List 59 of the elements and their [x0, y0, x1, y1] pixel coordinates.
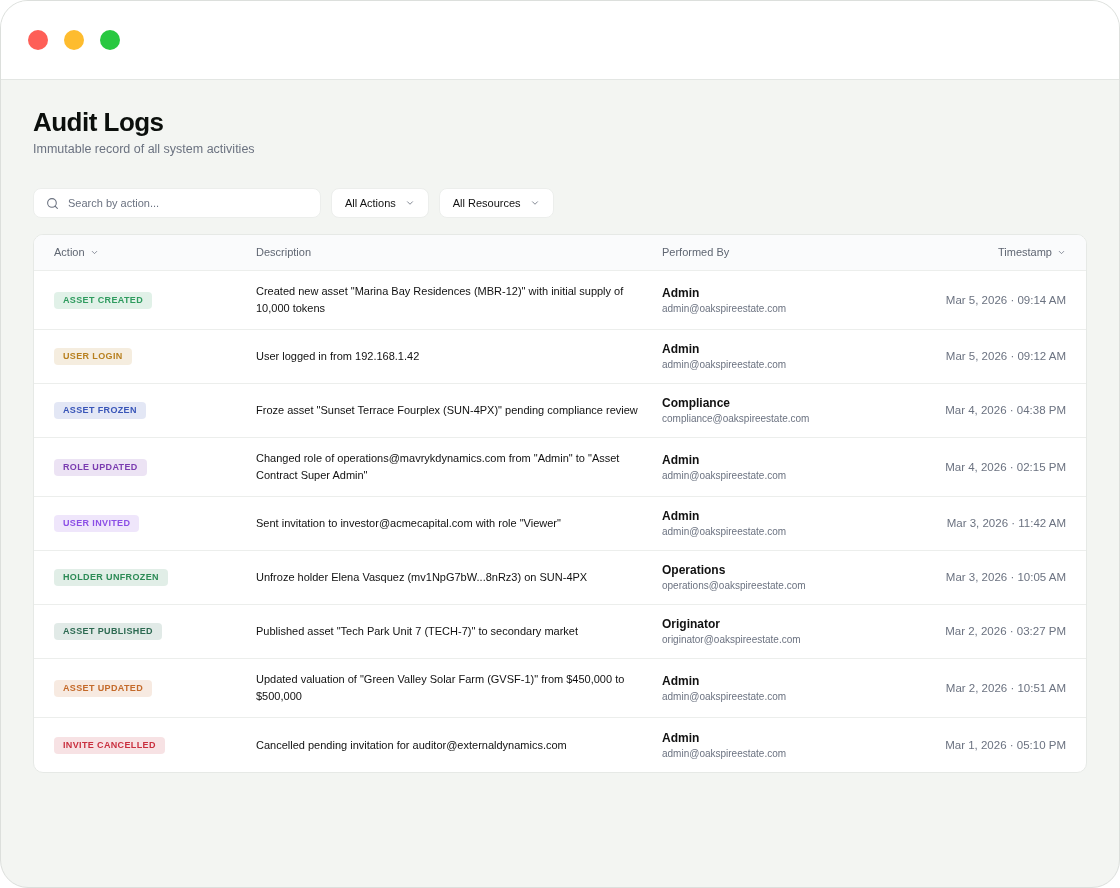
search-field[interactable]: Search by action... [33, 188, 321, 218]
sort-column-header[interactable]: Action [54, 244, 99, 261]
timestamp-text: Mar 5, 2026 · 09:14 AM [945, 292, 1066, 308]
timestamp-text: Mar 4, 2026 · 04:38 PM [945, 403, 1066, 418]
performer-name: Admin [662, 730, 700, 746]
timestamp-text: Mar 1, 2026 · 05:10 PM [945, 737, 1066, 753]
chevron-down-icon [404, 198, 415, 208]
action-badge: INVITE CANCELLED [54, 736, 165, 754]
description-text: Updated valuation of "Green Valley Solar Farm (GVSF-1)" from $450,000 to $500,000 [256, 672, 626, 704]
action-badge: ASSET FROZEN [54, 402, 146, 419]
performer-email: admin@oakspireestate.com [662, 468, 787, 482]
filter-dropdown[interactable]: All Actions [331, 188, 429, 218]
timestamp-text: Mar 3, 2026 · 11:42 AM [946, 516, 1066, 531]
timestamp-text: Mar 5, 2026 · 09:12 AM [945, 349, 1066, 364]
performer-name: Admin [662, 342, 700, 357]
timestamp-text: Mar 4, 2026 · 02:15 PM [945, 459, 1066, 475]
performer-name: Originator [662, 617, 720, 632]
timestamp-text: Mar 3, 2026 · 10:05 AM [945, 570, 1066, 585]
description-text: Published asset "Tech Park Unit 7 (TECH-7)" to secondary market [256, 624, 580, 639]
action-badge: USER INVITED [54, 515, 140, 532]
action-badge: ROLE UPDATED [54, 458, 147, 476]
search-icon [46, 196, 59, 210]
performer-name: Admin [662, 673, 700, 689]
timestamp-text: Mar 2, 2026 · 03:27 PM [945, 624, 1066, 639]
description-text: Sent invitation to investor@acmecapital.com with role "Viewer" [256, 516, 562, 531]
performer-email: admin@oakspireestate.com [662, 525, 787, 538]
performer-email: originator@oakspireestate.com [662, 633, 801, 646]
action-badge: ASSET CREATED [54, 291, 153, 309]
filter-dropdown[interactable]: All Resources [438, 188, 554, 218]
performer-email: admin@oakspireestate.com [662, 358, 787, 371]
performer-email: admin@oakspireestate.com [662, 689, 787, 703]
description-text: Changed role of operations@mavrykdynamics.com from "Admin" to "Asset Contract Super Admin" [256, 451, 621, 483]
action-badge: ASSET UPDATED [54, 679, 153, 697]
performer-email: admin@oakspireestate.com [662, 746, 787, 760]
performer-email: admin@oakspireestate.com [662, 301, 787, 315]
description-text: User logged in from 192.168.1.42 [256, 349, 421, 364]
description-text: Created new asset "Marina Bay Residences (MBR-12)" with initial supply of 10,000 tokens [256, 284, 625, 316]
page-title: Audit Logs [33, 106, 164, 138]
column-header: Performed By [662, 245, 730, 261]
column-header: Description [256, 245, 312, 261]
page-subtitle: Immutable record of all system activities [33, 141, 255, 157]
action-badge: ASSET PUBLISHED [54, 623, 162, 640]
performer-name: Compliance [662, 396, 730, 411]
performer-name: Operations [662, 563, 726, 578]
chevron-down-icon [1057, 248, 1066, 257]
performer-name: Admin [662, 285, 700, 301]
sort-column-header[interactable]: Timestamp [998, 244, 1066, 261]
chevron-down-icon [89, 248, 99, 257]
performer-email: compliance@oakspireestate.com [662, 412, 810, 425]
description-text: Cancelled pending invitation for auditor@externaldynamics.com [256, 737, 568, 753]
action-badge: HOLDER UNFROZEN [54, 569, 168, 586]
description-text: Unfroze holder Elena Vasquez (mv1NpG7bW...8nRz3) on SUN-4PX [256, 570, 589, 585]
timestamp-text: Mar 2, 2026 · 10:51 AM [945, 680, 1066, 696]
description-text: Froze asset "Sunset Terrace Fourplex (SUN-4PX)" pending compliance review [256, 403, 639, 418]
action-badge: USER LOGIN [54, 348, 132, 365]
performer-email: operations@oakspireestate.com [662, 579, 806, 592]
performer-name: Admin [662, 452, 700, 468]
performer-name: Admin [662, 509, 700, 524]
chevron-down-icon [529, 198, 540, 208]
